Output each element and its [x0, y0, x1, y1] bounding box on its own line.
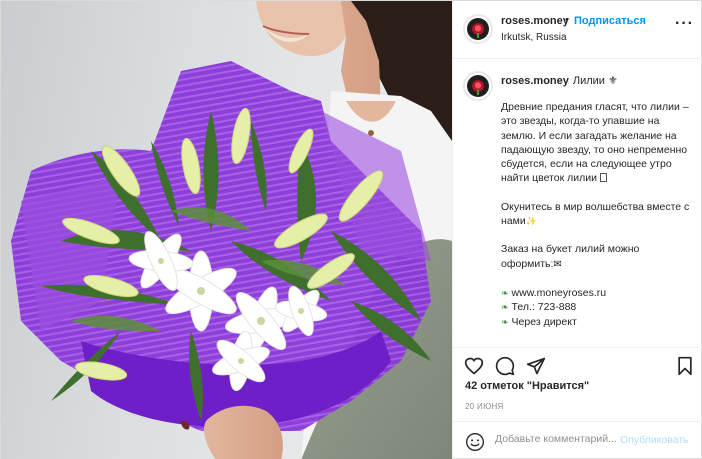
more-options-icon[interactable]: ···	[675, 15, 694, 33]
follow-button[interactable]: Подписаться	[574, 15, 646, 27]
direct-text: Через директ	[511, 315, 577, 328]
phone-text: Тел.: 723-888	[511, 301, 577, 314]
caption-avatar[interactable]	[463, 71, 493, 101]
caption-username[interactable]: roses.money	[501, 75, 569, 87]
caption-paragraph-1: Древние предания гласят, что лилии – это…	[501, 101, 689, 185]
rose-logo-icon	[467, 75, 489, 97]
comment-input[interactable]	[495, 433, 619, 445]
website-link[interactable]: www.moneyroses.ru	[512, 287, 607, 299]
post-header: roses.money • Подписаться Irkutsk, Russi…	[453, 1, 702, 59]
post-sidebar: roses.money • Подписаться Irkutsk, Russi…	[452, 1, 702, 459]
lily-bouquet-image	[11, 1, 452, 459]
emoji-icon[interactable]	[465, 432, 485, 452]
leaf-icon: ❧	[501, 287, 509, 298]
instagram-post: roses.money • Подписаться Irkutsk, Russi…	[0, 0, 702, 459]
post-date[interactable]: 20 ИЮНЯ	[465, 402, 504, 411]
leaf-icon: ❧	[501, 302, 509, 313]
caption-text: Древние предания гласят, что лилии – это…	[501, 100, 691, 329]
comment-box: Опубликовать	[453, 421, 702, 459]
location-link[interactable]: Irkutsk, Russia	[501, 32, 567, 43]
envelope-icon: ✉	[553, 258, 562, 270]
caption-title: Лилии ⚜	[572, 75, 618, 87]
post-photo[interactable]	[1, 1, 452, 459]
sparkles-icon: ✨	[525, 216, 537, 227]
caption-paragraph-3: Заказ на букет лилий можно оформить:	[501, 243, 640, 270]
lily-emoji-icon	[599, 173, 607, 183]
avatar[interactable]	[463, 14, 493, 44]
header-username[interactable]: roses.money	[501, 15, 569, 27]
separator-dot: •	[565, 14, 569, 26]
bookmark-icon[interactable]	[675, 356, 695, 376]
leaf-icon: ❧	[501, 316, 509, 327]
caption-area: roses.money Лилии ⚜ Древние предания глас…	[453, 59, 702, 347]
publish-button[interactable]: Опубликовать	[620, 434, 689, 446]
caption-header: roses.money Лилии ⚜	[501, 74, 618, 87]
rose-logo-icon	[467, 18, 489, 40]
comment-icon[interactable]	[495, 356, 515, 376]
likes-count[interactable]: 42 отметок "Нравится"	[465, 380, 589, 392]
heart-icon[interactable]	[464, 356, 484, 376]
share-icon[interactable]	[526, 356, 546, 376]
